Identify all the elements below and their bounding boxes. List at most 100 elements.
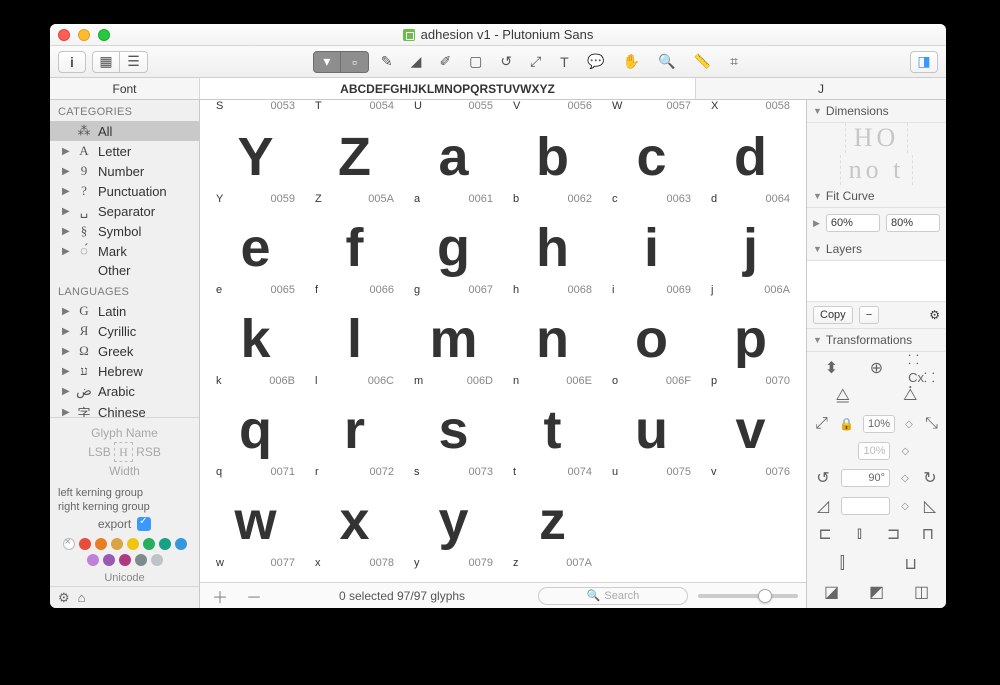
fit-low-input[interactable]: 60% xyxy=(826,214,880,232)
transformations-header[interactable]: ▼Transformations xyxy=(807,329,946,352)
tag-icon[interactable]: ⌂ xyxy=(78,590,86,605)
color-swatch[interactable] xyxy=(119,554,131,566)
scale-y-stepper[interactable]: ◇ xyxy=(898,446,912,457)
scale-tool-icon[interactable]: ⤢ xyxy=(524,51,547,73)
swatch-none[interactable] xyxy=(63,538,75,550)
sidebar-category-all[interactable]: ⁂All xyxy=(50,121,199,141)
measure-tool-icon[interactable]: 📏 xyxy=(688,51,717,73)
search-input[interactable]: 🔍Search xyxy=(538,587,688,605)
glyph-cell[interactable]: bb0062 xyxy=(503,120,602,211)
remove-layer-button[interactable]: − xyxy=(859,306,879,324)
glyph-cell[interactable]: ii0069 xyxy=(602,211,701,302)
bool-union-icon[interactable]: ◪ xyxy=(822,582,842,602)
glyph-cell[interactable]: gg0067 xyxy=(404,211,503,302)
scale-stepper[interactable]: ◇ xyxy=(903,419,915,430)
color-swatch[interactable] xyxy=(87,554,99,566)
glyph-cell[interactable]: pp0070 xyxy=(701,302,800,393)
annotation-tool-icon[interactable]: 💬 xyxy=(581,51,610,73)
glyph-cell[interactable]: T0054 xyxy=(305,100,404,120)
color-swatch[interactable] xyxy=(103,554,115,566)
glyph-cell[interactable]: ll006C xyxy=(305,302,404,393)
export-checkbox[interactable] xyxy=(137,517,151,531)
layers-list[interactable] xyxy=(807,261,946,302)
sidebar-category-letter[interactable]: ▶ALetter xyxy=(50,141,199,161)
fit-high-input[interactable]: 80% xyxy=(886,214,940,232)
glyph-cell[interactable]: ee0065 xyxy=(206,211,305,302)
glyph-cell[interactable]: U0055 xyxy=(404,100,503,120)
hand-tool-icon[interactable]: ✋ xyxy=(617,51,646,73)
glyph-cell[interactable]: S0053 xyxy=(206,100,305,120)
zoom-slider[interactable] xyxy=(698,594,798,598)
glyph-cell[interactable]: aa0061 xyxy=(404,120,503,211)
flip-v-icon[interactable]: ⧊ xyxy=(900,386,920,406)
rotate-input[interactable]: 90° xyxy=(841,469,890,487)
color-swatch[interactable] xyxy=(151,554,163,566)
sidebar-language-greek[interactable]: ▶ΩGreek xyxy=(50,341,199,361)
glyph-cell[interactable]: jj006A xyxy=(701,211,800,302)
align-vcenter-icon[interactable]: ⫿ xyxy=(832,554,852,574)
glyph-cell[interactable]: dd0064 xyxy=(701,120,800,211)
color-swatch[interactable] xyxy=(79,538,91,550)
color-swatch[interactable] xyxy=(159,538,171,550)
glyph-cell[interactable]: hh0068 xyxy=(503,211,602,302)
align-top-icon[interactable]: ⊓ xyxy=(918,524,938,544)
glyph-cell[interactable] xyxy=(602,484,701,575)
glyph-cell[interactable]: W0057 xyxy=(602,100,701,120)
glyph-cell[interactable]: zz007A xyxy=(503,484,602,575)
remove-glyph-button[interactable]: － xyxy=(242,584,266,608)
sidebar-language-hebrew[interactable]: ▶עHebrew xyxy=(50,361,199,381)
bool-subtract-icon[interactable]: ◩ xyxy=(867,582,887,602)
bool-intersect-icon[interactable]: ◫ xyxy=(912,582,932,602)
sidebar-category-mark[interactable]: ▶◌́Mark xyxy=(50,241,199,261)
slant-right-icon[interactable]: ◺ xyxy=(920,496,940,516)
pencil-tool-icon[interactable]: ✐ xyxy=(433,51,457,73)
lock-icon[interactable]: 🔒 xyxy=(838,414,855,434)
flip-h-icon[interactable]: ⧋ xyxy=(833,386,853,406)
rotate-tool-icon[interactable]: ↺ xyxy=(494,51,518,73)
pen-tool-icon[interactable]: ✎ xyxy=(375,51,399,73)
sidebar-language-cyrillic[interactable]: ▶ЯCyrillic xyxy=(50,321,199,341)
glyph-cell[interactable]: cc0063 xyxy=(602,120,701,211)
select-alt-tool[interactable]: ▫ xyxy=(341,51,369,73)
slant-stepper[interactable]: ◇ xyxy=(898,501,912,512)
zoom-tool-icon[interactable]: 🔍 xyxy=(652,51,681,73)
color-swatch[interactable] xyxy=(111,538,123,550)
select-tool[interactable]: ▾ xyxy=(313,51,341,73)
scale-x-input[interactable]: 10% xyxy=(863,415,895,433)
layer-settings-icon[interactable]: ⚙ xyxy=(929,308,940,322)
glyph-cell[interactable]: ss0073 xyxy=(404,393,503,484)
scale-out-icon[interactable]: ⤡ xyxy=(923,414,940,434)
sidebar-language-arabic[interactable]: ▶ضArabic xyxy=(50,381,199,401)
toggle-panel-button[interactable]: ◨ xyxy=(910,51,938,73)
glyph-cell[interactable]: xx0078 xyxy=(305,484,404,575)
glyph-cell[interactable]: V0056 xyxy=(503,100,602,120)
glyph-cell[interactable]: YY0059 xyxy=(206,120,305,211)
rotate-stepper[interactable]: ◇ xyxy=(898,473,912,484)
glyph-cell[interactable]: oo006F xyxy=(602,302,701,393)
zoom-window-button[interactable] xyxy=(98,29,110,41)
glyph-cell[interactable]: uu0075 xyxy=(602,393,701,484)
sidebar-category-punctuation[interactable]: ▶?Punctuation xyxy=(50,181,199,201)
color-swatch[interactable] xyxy=(143,538,155,550)
tab-font[interactable]: Font xyxy=(50,78,200,99)
glyph-cell[interactable]: ff0066 xyxy=(305,211,404,302)
glyph-cell[interactable]: ZZ005A xyxy=(305,120,404,211)
tab-j[interactable]: J xyxy=(696,78,946,99)
glyph-cell[interactable]: kk006B xyxy=(206,302,305,393)
color-swatch[interactable] xyxy=(95,538,107,550)
rotate-ccw-icon[interactable]: ↺ xyxy=(813,468,833,488)
layers-header[interactable]: ▼Layers xyxy=(807,238,946,261)
sidebar-category-symbol[interactable]: ▶§Symbol xyxy=(50,221,199,241)
slant-input[interactable] xyxy=(841,497,890,515)
dimensions-header[interactable]: ▼Dimensions xyxy=(807,100,946,123)
align-hcenter-icon[interactable]: ⫾ xyxy=(849,524,869,544)
color-swatch[interactable] xyxy=(135,554,147,566)
minimize-window-button[interactable] xyxy=(78,29,90,41)
glyph-cell[interactable]: yy0079 xyxy=(404,484,503,575)
glyph-cell[interactable]: X0058 xyxy=(701,100,800,120)
rotate-cw-icon[interactable]: ↻ xyxy=(920,468,940,488)
fit-curve-header[interactable]: ▼Fit Curve xyxy=(807,185,946,208)
text-tool-icon[interactable]: T xyxy=(553,51,575,73)
glyph-cell[interactable]: mm006D xyxy=(404,302,503,393)
glyph-cell[interactable]: qq0071 xyxy=(206,393,305,484)
